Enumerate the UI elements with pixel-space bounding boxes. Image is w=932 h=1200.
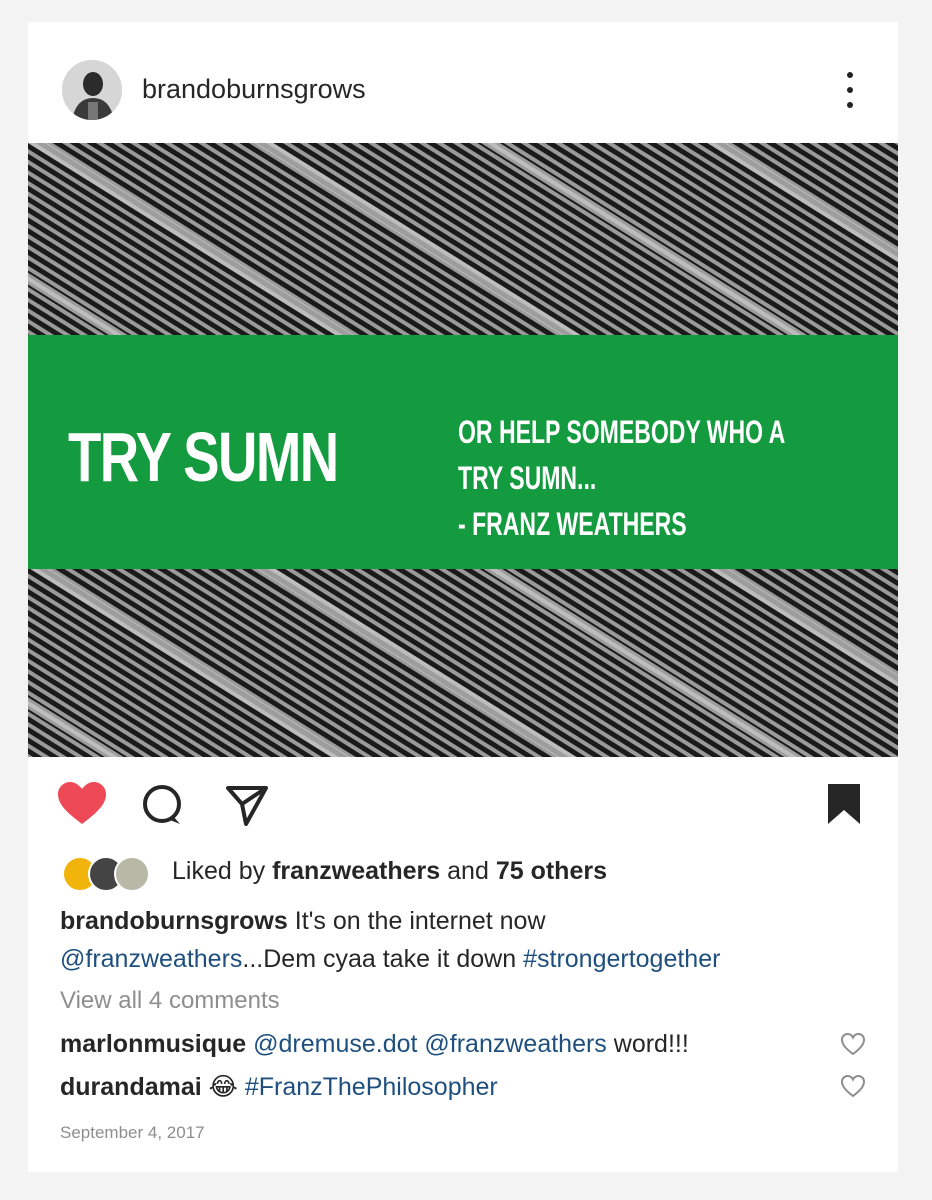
banner-quote: OR HELP SOMEBODY WHO A TRY SUMN... - FRA… (458, 409, 785, 547)
laughing-emoji-icon: 😂 (208, 1073, 238, 1101)
more-options-icon[interactable] (838, 72, 862, 108)
comment-text: word!!! (613, 1030, 689, 1058)
comment-mention[interactable]: @franzweathers (424, 1030, 606, 1058)
likes-others[interactable]: 75 others (496, 857, 607, 885)
comment-mention[interactable]: @dremuse.dot (253, 1030, 417, 1058)
liker-username[interactable]: franzweathers (272, 857, 440, 885)
post-username[interactable]: brandoburnsgrows (142, 74, 366, 105)
caption-mention[interactable]: @franzweathers (60, 945, 242, 973)
instagram-post: brandoburnsgrows TRY SUMN OR HELP SOMEBO… (28, 22, 898, 1172)
quote-line: TRY SUMN... (458, 460, 597, 496)
caption-text: It's on the internet now (294, 907, 546, 935)
avatar-image (62, 60, 122, 120)
banner-headline: TRY SUMN (68, 418, 339, 496)
comment-username[interactable]: marlonmusique (60, 1030, 246, 1058)
avatar[interactable] (62, 60, 122, 120)
share-icon[interactable] (224, 782, 270, 835)
comment-item: marlonmusique @dremuse.dot @franzweather… (60, 1030, 689, 1059)
post-date: September 4, 2017 (60, 1123, 205, 1142)
comment-like-heart-icon[interactable] (840, 1074, 866, 1103)
quote-attribution: - FRANZ WEATHERS (458, 506, 687, 542)
avatar (114, 856, 150, 892)
post-image[interactable]: TRY SUMN OR HELP SOMEBODY WHO A TRY SUMN… (28, 143, 898, 757)
likes-summary[interactable]: Liked by franzweathers and 75 others (172, 857, 607, 886)
quote-line: OR HELP SOMEBODY WHO A (458, 414, 786, 450)
comment-item: durandamai 😂 #FranzThePhilosopher (60, 1072, 498, 1102)
comment-icon[interactable] (140, 782, 188, 835)
quote-banner: TRY SUMN OR HELP SOMEBODY WHO A TRY SUMN… (28, 335, 898, 569)
view-all-comments-link[interactable]: View all 4 comments (60, 987, 280, 1015)
comment-username[interactable]: durandamai (60, 1073, 202, 1101)
caption-hashtag[interactable]: #strongertogether (523, 945, 720, 973)
comment-hashtag[interactable]: #FranzThePhilosopher (245, 1073, 498, 1101)
caption-username[interactable]: brandoburnsgrows (60, 907, 288, 935)
post-caption: brandoburnsgrows It's on the internet no… (60, 902, 860, 978)
caption-text: ...Dem cyaa take it down (242, 945, 517, 973)
bookmark-icon[interactable] (824, 782, 864, 831)
heart-icon[interactable] (56, 780, 108, 831)
liker-avatars[interactable] (62, 856, 162, 892)
comment-like-heart-icon[interactable] (840, 1032, 866, 1061)
